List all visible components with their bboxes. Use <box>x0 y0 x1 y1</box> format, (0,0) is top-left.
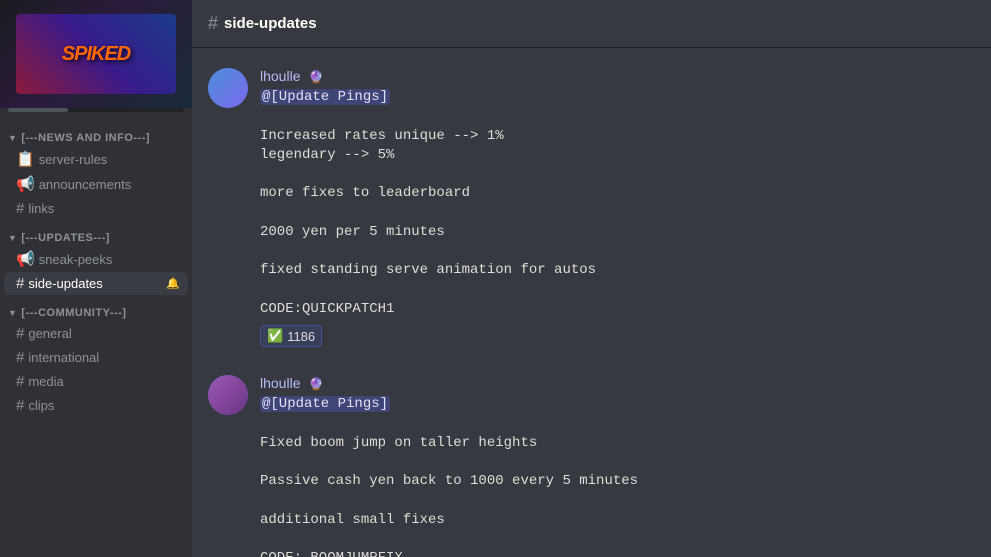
channel-name: sneak-peeks <box>39 252 113 267</box>
channel-name: announcements <box>39 177 132 192</box>
message-divider <box>192 355 991 371</box>
scrollbar-area <box>0 108 192 112</box>
bell-icon: 🔔 <box>166 277 180 290</box>
scrollbar-thumb <box>8 108 68 112</box>
channel-name: links <box>28 201 54 216</box>
category-updates[interactable]: ▼ [---UPDATES---] <box>0 228 192 246</box>
scrollbar-track <box>8 108 184 112</box>
badge-emoji: 🔮 <box>308 70 323 84</box>
message-group: lhoulle 🔮 @[Update Pings] Increased rate… <box>192 64 991 351</box>
message-body: Fixed boom jump on taller heights Passiv… <box>260 435 638 557</box>
hash-icon: # <box>16 373 24 390</box>
hash-icon: # <box>16 397 24 414</box>
hash-icon: # <box>16 200 24 217</box>
announce-icon: 📢 <box>16 175 35 193</box>
channel-item-server-rules[interactable]: 📋 server-rules <box>4 147 188 171</box>
mention-tag: @[Update Pings] <box>260 396 390 412</box>
hash-icon: # <box>16 275 24 292</box>
category-updates-label: [---UPDATES---] <box>21 232 110 244</box>
channel-item-side-updates[interactable]: # side-updates 🔔 <box>4 272 188 295</box>
hash-icon: # <box>16 349 24 366</box>
message-body: Increased rates unique --> 1% legendary … <box>260 128 596 317</box>
channel-header-name: side-updates <box>224 15 317 32</box>
messages-area[interactable]: lhoulle 🔮 @[Update Pings] Increased rate… <box>192 48 991 557</box>
message-content: lhoulle 🔮 @[Update Pings] Fixed boom jum… <box>260 375 975 557</box>
channel-item-clips[interactable]: # clips <box>4 394 188 417</box>
server-banner[interactable]: SPIKED <box>0 0 192 108</box>
channel-name: media <box>28 374 63 389</box>
server-logo: SPIKED <box>16 14 176 94</box>
reaction-emoji: ✅ <box>267 328 283 344</box>
category-news-label: [---NEWS AND INFO---] <box>21 132 150 144</box>
avatar-image <box>208 68 248 108</box>
avatar <box>208 68 248 108</box>
channel-item-links[interactable]: # links <box>4 197 188 220</box>
message-text: @[Update Pings] Increased rates unique -… <box>260 88 975 319</box>
avatar-image <box>208 375 248 415</box>
channel-item-announcements[interactable]: 📢 announcements <box>4 172 188 196</box>
message-username: lhoulle <box>260 68 300 84</box>
chevron-icon: ▼ <box>8 233 17 243</box>
announce-icon: 📢 <box>16 250 35 268</box>
badge-emoji: 🔮 <box>308 377 323 391</box>
reaction[interactable]: ✅ 1186 <box>260 325 322 347</box>
category-community-label: [---COMMUNITY---] <box>21 307 126 319</box>
channel-list: ▼ [---NEWS AND INFO---] 📋 server-rules 📢… <box>0 112 192 557</box>
category-news[interactable]: ▼ [---NEWS AND INFO---] <box>0 128 192 146</box>
sidebar: SPIKED ▼ [---NEWS AND INFO---] 📋 server-… <box>0 0 192 557</box>
hash-icon: # <box>16 325 24 342</box>
channel-name: international <box>28 350 99 365</box>
message-text: @[Update Pings] Fixed boom jump on talle… <box>260 395 975 557</box>
channel-name: server-rules <box>39 152 108 167</box>
message-group: lhoulle 🔮 @[Update Pings] Fixed boom jum… <box>192 371 991 557</box>
channel-name: clips <box>28 398 54 413</box>
channel-item-international[interactable]: # international <box>4 346 188 369</box>
channel-name: side-updates <box>28 276 102 291</box>
chevron-icon: ▼ <box>8 133 17 143</box>
reaction-count: 1186 <box>287 329 315 344</box>
channel-name: general <box>28 326 71 341</box>
channel-item-media[interactable]: # media <box>4 370 188 393</box>
category-community[interactable]: ▼ [---COMMUNITY---] <box>0 303 192 321</box>
main-content: # side-updates lhoulle 🔮 @[Update Pings]… <box>192 0 991 557</box>
channel-header: # side-updates <box>192 0 991 48</box>
message-content: lhoulle 🔮 @[Update Pings] Increased rate… <box>260 68 975 347</box>
message-username: lhoulle <box>260 375 300 391</box>
channel-item-sneak-peeks[interactable]: 📢 sneak-peeks <box>4 247 188 271</box>
mention-tag: @[Update Pings] <box>260 89 390 105</box>
hash-icon: # <box>208 13 218 34</box>
avatar <box>208 375 248 415</box>
channel-item-general[interactable]: # general <box>4 322 188 345</box>
message-header: lhoulle 🔮 <box>260 68 975 84</box>
rules-icon: 📋 <box>16 150 35 168</box>
message-header: lhoulle 🔮 <box>260 375 975 391</box>
chevron-icon: ▼ <box>8 308 17 318</box>
